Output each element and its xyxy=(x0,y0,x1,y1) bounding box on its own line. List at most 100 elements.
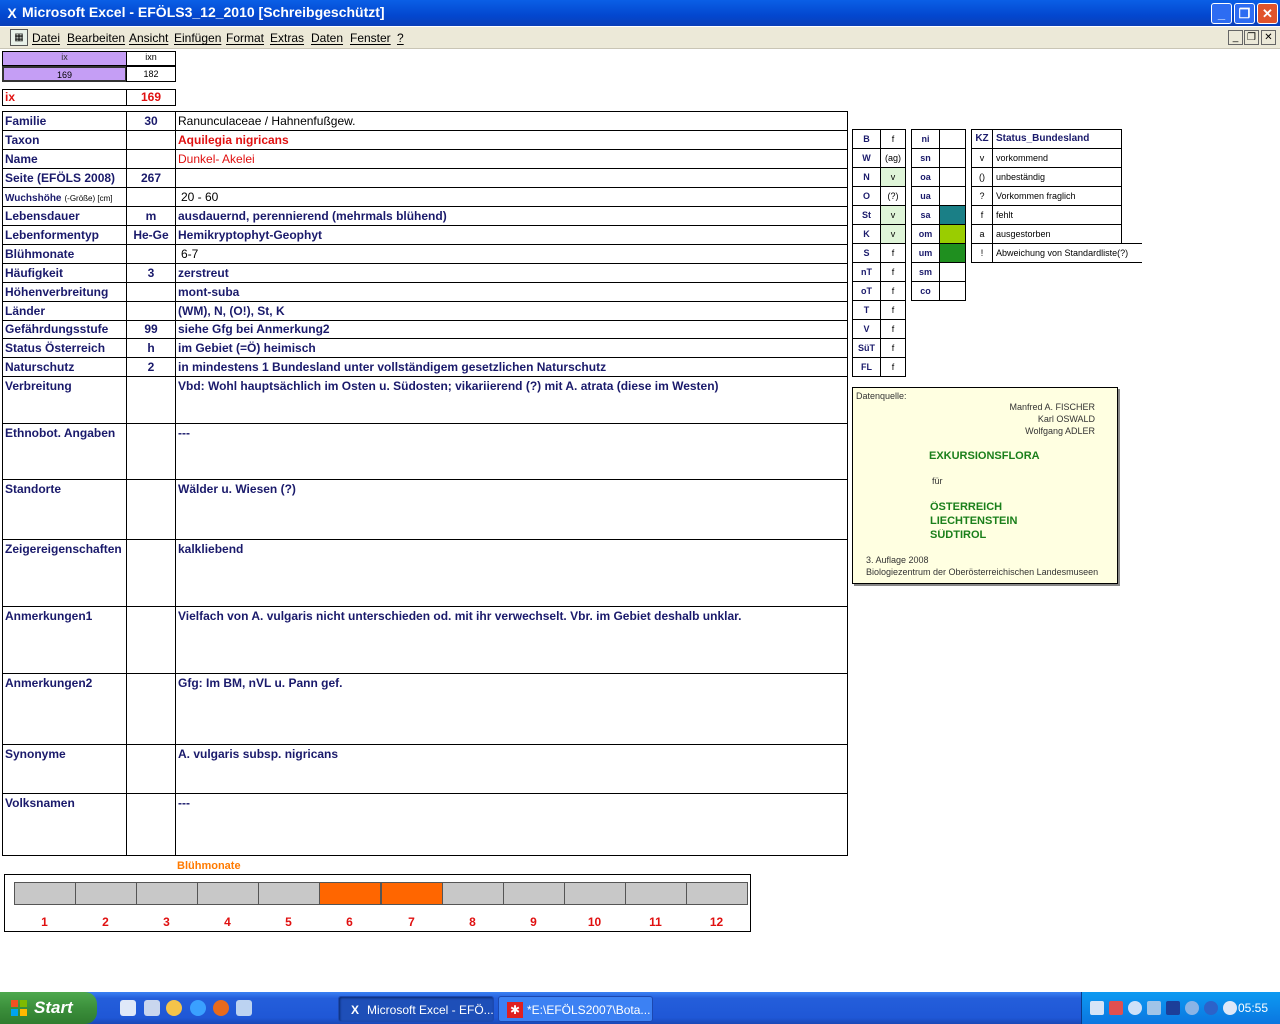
altitude-value[interactable] xyxy=(939,224,966,244)
row-value[interactable]: in mindestens 1 Bundesland unter vollstä… xyxy=(175,357,848,377)
row-value[interactable]: im Gebiet (=Ö) heimisch xyxy=(175,338,848,358)
security-alert-icon[interactable] xyxy=(1109,1001,1123,1015)
row-code[interactable] xyxy=(126,282,176,302)
menu-datei[interactable]: Datei xyxy=(32,31,60,45)
altitude-value[interactable] xyxy=(939,281,966,301)
minimize-button[interactable]: _ xyxy=(1211,3,1232,24)
state-value[interactable]: v xyxy=(880,224,906,244)
row-value[interactable]: Dunkel- Akelei xyxy=(175,149,848,169)
altitude-value[interactable] xyxy=(939,262,966,282)
row-value[interactable]: 20 - 60 xyxy=(175,187,848,207)
restore-button[interactable]: ❐ xyxy=(1234,3,1255,24)
altitude-value[interactable] xyxy=(939,243,966,263)
worksheet[interactable]: ix ixn 169 182 ix 169 Familie 30 Ranuncula… xyxy=(0,50,1280,992)
row-value[interactable]: ausdauernd, perennierend (mehrmals blühe… xyxy=(175,206,848,226)
row-value[interactable]: Hemikryptophyt-Geophyt xyxy=(175,225,848,245)
row-code[interactable] xyxy=(126,187,176,207)
info-icon[interactable] xyxy=(1204,1001,1218,1015)
row-code[interactable] xyxy=(126,301,176,321)
altitude-value[interactable] xyxy=(939,205,966,225)
row-code[interactable] xyxy=(126,479,176,540)
quicklaunch-ie-icon[interactable] xyxy=(190,1000,206,1016)
update-icon[interactable] xyxy=(1185,1001,1199,1015)
state-value[interactable]: f xyxy=(880,281,906,301)
state-value[interactable]: f xyxy=(880,319,906,339)
row-code[interactable] xyxy=(126,376,176,424)
row-code[interactable]: 99 xyxy=(126,320,176,339)
state-value[interactable]: f xyxy=(880,262,906,282)
row-code[interactable]: m xyxy=(126,206,176,226)
row-code[interactable]: 267 xyxy=(126,168,176,188)
row-code[interactable] xyxy=(126,744,176,794)
row-code[interactable] xyxy=(126,423,176,480)
state-value[interactable]: f xyxy=(880,357,906,377)
state-value[interactable]: v xyxy=(880,167,906,187)
row-value[interactable]: --- xyxy=(175,793,848,856)
quicklaunch-firefox-icon[interactable] xyxy=(213,1000,229,1016)
row-value[interactable]: kalkliebend xyxy=(175,539,848,607)
row-value[interactable]: Aquilegia nigricans xyxy=(175,130,848,150)
row-code[interactable]: He-Ge xyxy=(126,225,176,245)
row-value[interactable]: (WM), N, (O!), St, K xyxy=(175,301,848,321)
menu-extras[interactable]: Extras xyxy=(270,31,304,45)
state-value[interactable]: f xyxy=(880,300,906,320)
ixn-value-cell[interactable]: 182 xyxy=(126,66,176,82)
row-value[interactable]: Wälder u. Wiesen (?) xyxy=(175,479,848,540)
doc-close-button[interactable]: ✕ xyxy=(1261,30,1276,45)
row-code[interactable]: 30 xyxy=(126,111,176,131)
state-value[interactable]: (?) xyxy=(880,186,906,206)
quicklaunch-desktop-icon[interactable] xyxy=(120,1000,136,1016)
row-value[interactable]: Vielfach von A. vulgaris nicht unterschi… xyxy=(175,606,848,674)
row-code[interactable]: 3 xyxy=(126,263,176,283)
task-excel[interactable]: X Microsoft Excel - EFÖ... xyxy=(338,996,494,1022)
row-value[interactable]: Gfg: Im BM, nVL u. Pann gef. xyxy=(175,673,848,745)
row-code[interactable] xyxy=(126,539,176,607)
ix-big-value[interactable]: 169 xyxy=(126,89,176,106)
shield-icon[interactable] xyxy=(1166,1001,1180,1015)
row-value[interactable]: zerstreut xyxy=(175,263,848,283)
network-icon[interactable] xyxy=(1090,1001,1104,1015)
state-value[interactable]: f xyxy=(880,243,906,263)
row-value[interactable] xyxy=(175,168,848,188)
quicklaunch-media-icon[interactable] xyxy=(166,1000,182,1016)
menu-ansicht[interactable]: Ansicht xyxy=(129,31,168,45)
row-code[interactable] xyxy=(126,793,176,856)
altitude-value[interactable] xyxy=(939,167,966,187)
altitude-value[interactable] xyxy=(939,186,966,206)
menu-help[interactable]: ? xyxy=(397,31,404,45)
row-value[interactable]: 6-7 xyxy=(175,244,848,264)
ix-value-cell[interactable]: 169 xyxy=(2,66,127,82)
start-button[interactable]: Start xyxy=(0,992,97,1024)
row-code[interactable] xyxy=(126,149,176,169)
menu-einfuegen[interactable]: Einfügen xyxy=(174,31,221,45)
row-value[interactable]: mont-suba xyxy=(175,282,848,302)
doc-minimize-button[interactable]: _ xyxy=(1228,30,1243,45)
state-value[interactable]: f xyxy=(880,129,906,149)
menu-bearbeiten[interactable]: Bearbeiten xyxy=(67,31,125,45)
menu-daten[interactable]: Daten xyxy=(311,31,343,45)
row-value[interactable]: A. vulgaris subsp. nigricans xyxy=(175,744,848,794)
menu-fenster[interactable]: Fenster xyxy=(350,31,391,45)
row-code[interactable] xyxy=(126,606,176,674)
workbook-icon[interactable]: ▦ xyxy=(10,29,28,46)
row-value[interactable]: --- xyxy=(175,423,848,480)
close-button[interactable]: ✕ xyxy=(1257,3,1278,24)
state-value[interactable]: f xyxy=(880,338,906,358)
quicklaunch-explorer-icon[interactable] xyxy=(144,1000,160,1016)
state-value[interactable]: (ag) xyxy=(880,148,906,168)
row-value[interactable]: Ranunculaceae / Hahnenfußgew. xyxy=(175,111,848,131)
altitude-value[interactable] xyxy=(939,129,966,149)
row-code[interactable]: h xyxy=(126,338,176,358)
row-value[interactable]: siehe Gfg bei Anmerkung2 xyxy=(175,320,848,339)
doc-restore-button[interactable]: ❐ xyxy=(1244,30,1259,45)
state-value[interactable]: v xyxy=(880,205,906,225)
altitude-value[interactable] xyxy=(939,148,966,168)
row-code[interactable] xyxy=(126,673,176,745)
tool-icon[interactable] xyxy=(1147,1001,1161,1015)
quicklaunch-app-icon[interactable] xyxy=(236,1000,252,1016)
row-code[interactable] xyxy=(126,130,176,150)
row-code[interactable]: 2 xyxy=(126,357,176,377)
menu-format[interactable]: Format xyxy=(226,31,264,45)
search-icon[interactable] xyxy=(1128,1001,1142,1015)
row-code[interactable] xyxy=(126,244,176,264)
